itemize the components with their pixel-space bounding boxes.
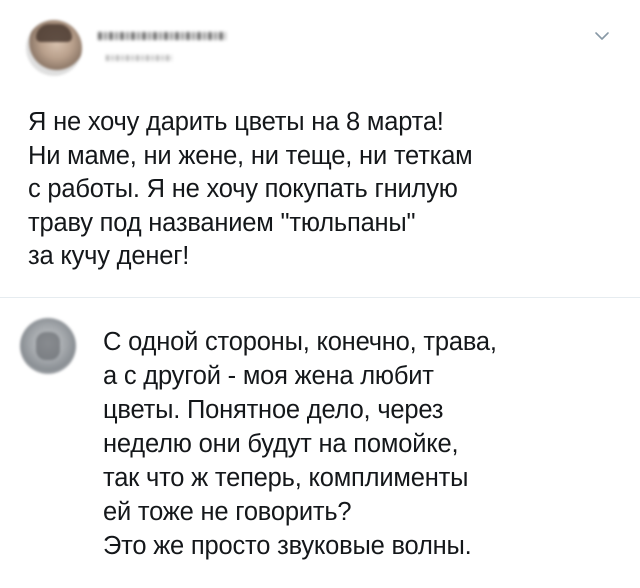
tweet-line: Ни маме, ни жене, ни теще, ни теткам xyxy=(28,141,473,170)
avatar-figure xyxy=(36,332,60,360)
original-tweet: Я не хочу дарить цветы на 8 марта! Ни ма… xyxy=(0,0,640,296)
author-avatar[interactable] xyxy=(26,20,82,76)
divider xyxy=(0,297,640,298)
avatar-hair xyxy=(36,24,72,42)
tweet-text: Я не хочу дарить цветы на 8 марта! Ни ма… xyxy=(28,106,628,274)
tweet-line: с работы. Я не хочу покупать гнилую xyxy=(28,175,458,203)
author-handle-blurred xyxy=(106,55,172,61)
tweet-line: Я не хочу дарить цветы на 8 марта! xyxy=(28,108,444,136)
reply-line: неделю они будут на помойке, xyxy=(103,430,459,458)
reply-line: так что ж теперь, комплименты xyxy=(103,464,469,492)
reply-author-avatar[interactable] xyxy=(20,318,76,374)
tweet-line: за кучу денег! xyxy=(28,242,190,270)
reply-line: Это же просто звуковые волны. xyxy=(103,532,472,560)
reply-line: ей тоже не говорить? xyxy=(103,498,352,526)
reply-text: С одной стороны, конечно, трава, а с дру… xyxy=(103,325,633,563)
chevron-down-icon[interactable] xyxy=(594,30,610,42)
reply-line: а с другой - моя жена любит xyxy=(103,362,434,390)
reply-line: цветы. Понятное дело, через xyxy=(103,396,444,424)
author-name-blurred[interactable] xyxy=(98,32,226,40)
tweet-line: траву под названием "тюльпаны" xyxy=(28,208,416,237)
reply-line: С одной стороны, конечно, трава, xyxy=(103,328,497,356)
